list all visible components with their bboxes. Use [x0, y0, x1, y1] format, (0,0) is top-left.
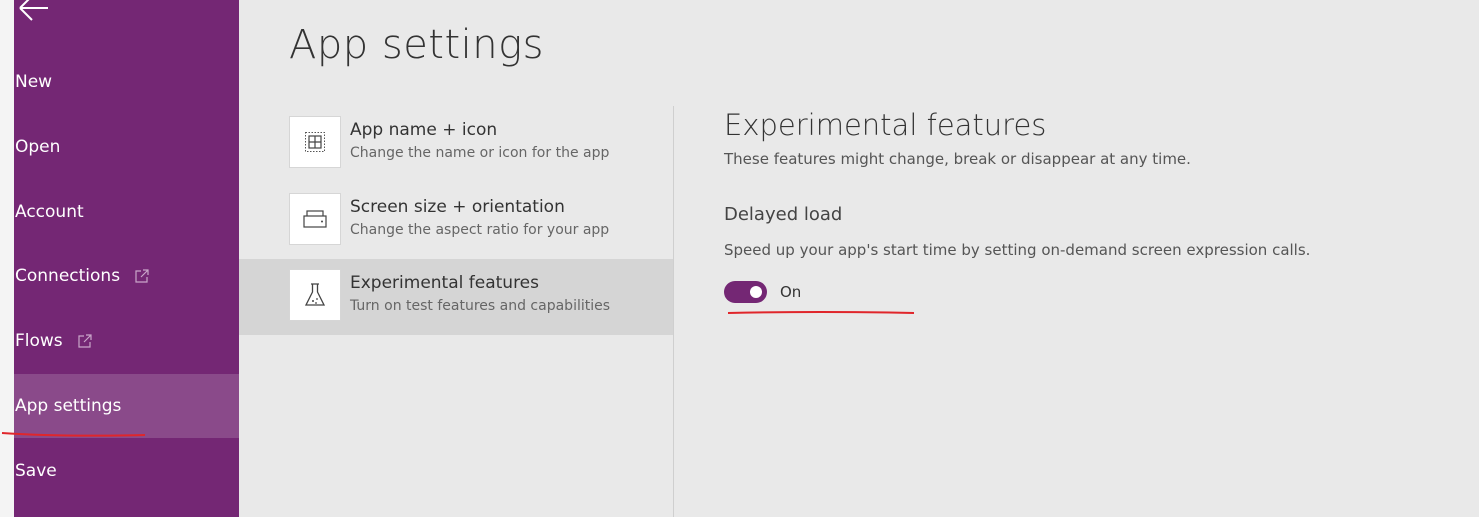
setting-item-subtitle: Change the aspect ratio for your app — [350, 222, 610, 238]
sidebar-item-label: New — [15, 72, 53, 92]
panel-title: Experimental features — [724, 108, 1047, 142]
screen-size-icon — [289, 193, 341, 245]
page-title: App settings — [289, 22, 544, 68]
setting-item-subtitle: Turn on test features and capabilities — [350, 298, 611, 314]
setting-item-title: Screen size + orientation — [350, 197, 565, 217]
external-link-icon — [78, 334, 92, 348]
sidebar-item-open[interactable]: Open — [14, 115, 239, 179]
sidebar-item-label: App settings — [15, 396, 122, 416]
external-link-icon — [135, 269, 149, 283]
sidebar-item-connections[interactable]: Connections — [14, 244, 239, 308]
toggle-knob — [750, 286, 762, 298]
panel-divider — [673, 106, 674, 517]
setting-item-app-name-icon[interactable]: App name + icon Change the name or icon … — [239, 106, 673, 182]
back-arrow-icon — [19, 0, 48, 21]
panel-subtitle: These features might change, break or di… — [724, 150, 1191, 168]
sidebar-item-label: Account — [15, 202, 84, 222]
setting-item-title: App name + icon — [350, 120, 498, 140]
flask-icon — [289, 269, 341, 321]
toggle-state-label: On — [780, 283, 802, 301]
app-icon-grid-icon — [289, 116, 341, 168]
window-edge — [0, 0, 14, 517]
setting-item-title: Experimental features — [350, 273, 540, 293]
sidebar-item-label: Flows — [15, 331, 63, 351]
sidebar-item-account[interactable]: Account — [14, 180, 239, 244]
sidebar-item-app-settings[interactable]: App settings — [14, 374, 239, 438]
sidebar-item-label: Save — [15, 461, 57, 481]
experimental-features-panel: Experimental features These features mig… — [724, 0, 1444, 517]
delayed-load-toggle[interactable] — [724, 281, 767, 303]
sidebar-item-save[interactable]: Save — [14, 439, 239, 503]
option-description: Speed up your app's start time by settin… — [724, 241, 1311, 259]
setting-item-subtitle: Change the name or icon for the app — [350, 145, 610, 161]
setting-item-experimental-features[interactable]: Experimental features Turn on test featu… — [239, 259, 673, 335]
main-content: App settings App name + icon Change the … — [239, 0, 1479, 517]
sidebar-item-flows[interactable]: Flows — [14, 309, 239, 373]
sidebar-item-label: Connections — [15, 266, 121, 286]
sidebar-item-new[interactable]: New — [14, 50, 239, 114]
sidebar-item-label: Open — [15, 137, 61, 157]
option-title: Delayed load — [724, 204, 843, 225]
setting-item-screen-size[interactable]: Screen size + orientation Change the asp… — [239, 183, 673, 259]
back-button[interactable] — [14, 0, 54, 30]
file-menu-sidebar: New Open Account Connections Flows App s… — [14, 0, 239, 517]
